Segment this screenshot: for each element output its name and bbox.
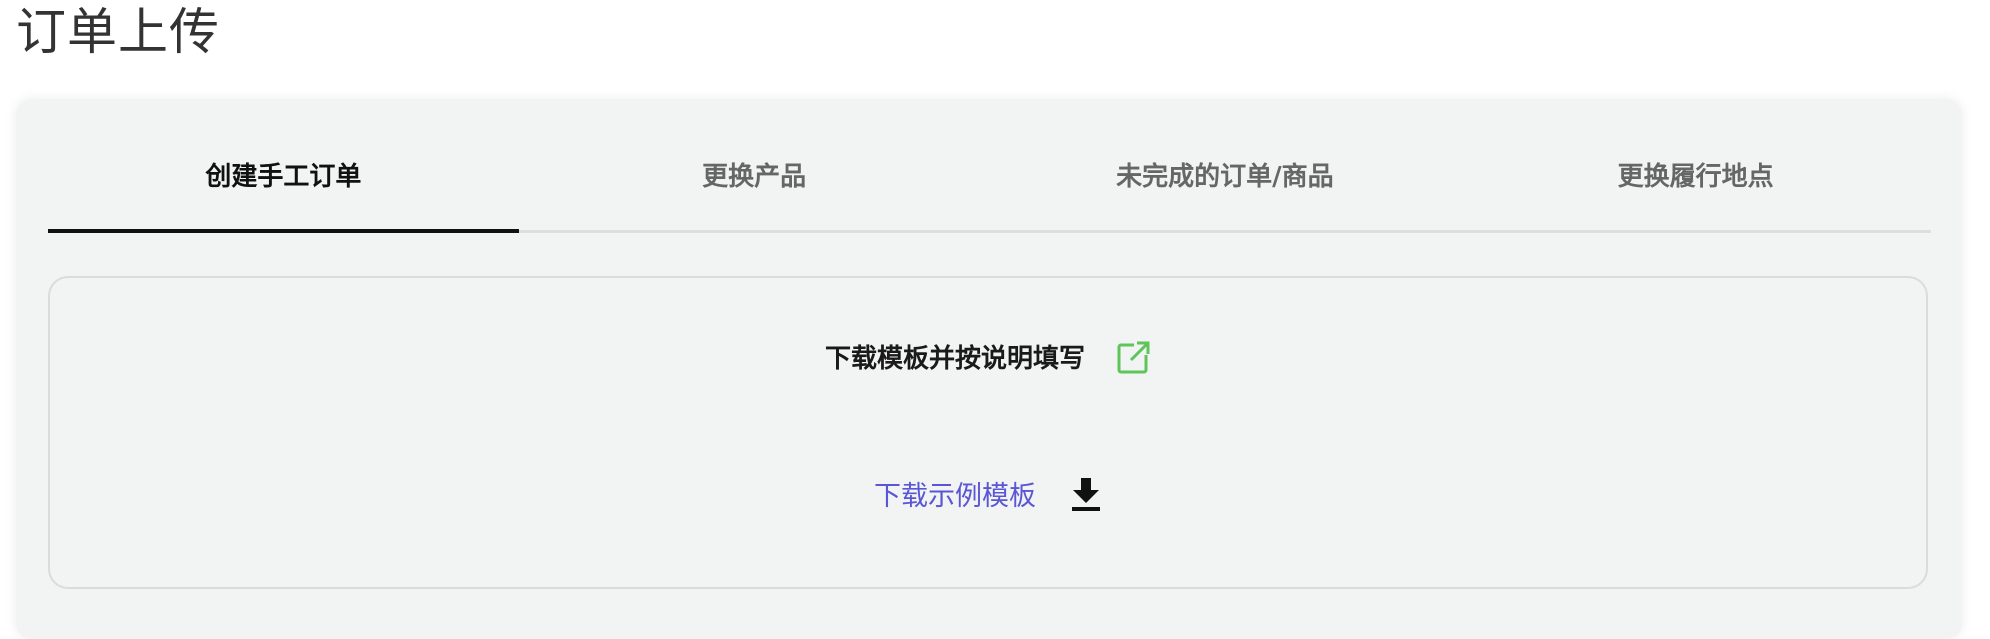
page-title: 订单上传	[16, 3, 220, 61]
tab-create-manual-order[interactable]: 创建手工订单	[48, 118, 519, 233]
tab-change-product[interactable]: 更换产品	[519, 118, 990, 230]
external-link-icon[interactable]	[1117, 339, 1151, 374]
instruction-row: 下载模板并按说明填写	[50, 338, 1926, 375]
download-sample-template-link[interactable]: 下载示例模板	[874, 474, 1036, 513]
instruction-text: 下载模板并按说明填写	[824, 344, 1085, 374]
template-panel: 下载模板并按说明填写 下载示例模板	[48, 276, 1928, 589]
tab-incomplete-orders[interactable]: 未完成的订单/商品	[990, 118, 1461, 230]
download-icon[interactable]	[1070, 476, 1102, 512]
tab-change-fulfillment-location[interactable]: 更换履行地点	[1460, 118, 1931, 230]
tab-bar: 创建手工订单 更换产品 未完成的订单/商品 更换履行地点	[48, 118, 1931, 233]
download-row: 下载示例模板	[50, 474, 1926, 513]
